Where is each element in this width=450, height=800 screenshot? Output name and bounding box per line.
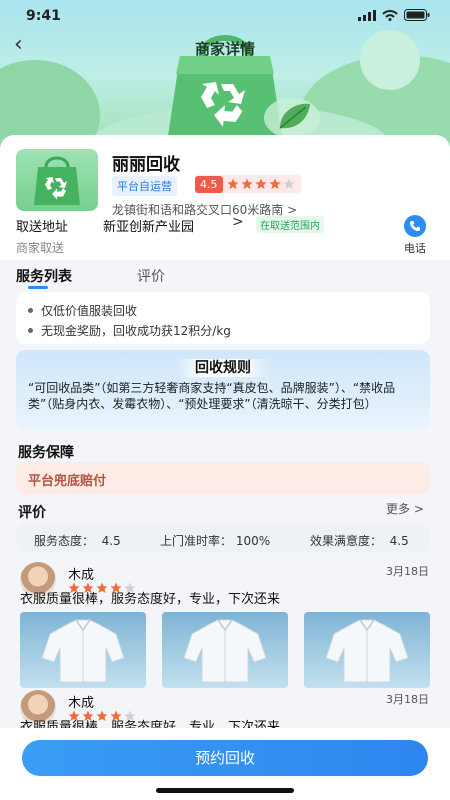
star-icon <box>241 178 252 189</box>
in-range-tag: 在取送范围内 <box>256 216 324 233</box>
signal-icon <box>358 9 376 21</box>
shop-rating: 4.5 <box>195 175 301 193</box>
shirt-image <box>325 619 409 683</box>
self-operated-badge: 平台自运营 <box>112 176 177 196</box>
status-time: 9:41 <box>26 8 61 24</box>
guarantee-text: 平台兜底赔付 <box>28 474 107 489</box>
rules-text: “可回收品类”（如第三方轻奢商家支持“真皮包、品牌服装”）、“禁收品类”（贴身内… <box>28 381 396 411</box>
tab-bar: 服务列表 评价 <box>0 260 450 290</box>
tab-reviews[interactable]: 评价 <box>137 266 165 286</box>
recycle-bag-icon <box>34 156 80 205</box>
service-item: 无现金奖励，回收成功获12积分/kg <box>28 322 231 339</box>
active-tab-indicator <box>28 286 48 289</box>
review-photo[interactable] <box>304 612 430 688</box>
wifi-icon <box>382 9 398 21</box>
star-icon <box>283 178 294 189</box>
rating-value: 4.5 <box>195 175 223 193</box>
bottom-bar: 预约回收 <box>0 728 450 800</box>
star-icon <box>255 178 266 189</box>
star-icon <box>269 178 280 189</box>
review-scores: 服务态度： 4.5 上门准时率： 100% 效果满意度： 4.5 <box>16 525 430 553</box>
phone-label: 电话 <box>404 242 426 255</box>
service-list: 仅低价值服装回收 无现金奖励，回收成功获12积分/kg <box>16 292 430 344</box>
review-item: 木成 3月18日 衣服质量很棒，服务态度好，专业，下次还来 <box>16 562 434 692</box>
review-photos <box>20 612 430 688</box>
bullet-icon <box>28 328 33 333</box>
guarantee-box: 平台兜底赔付 <box>16 462 430 494</box>
page-title: 商家详情 <box>194 40 255 58</box>
pickup-address-label: 取送地址 <box>16 220 69 235</box>
star-icon <box>227 178 238 189</box>
tab-service-list[interactable]: 服务列表 <box>16 266 72 286</box>
score-service: 服务态度： 4.5 <box>34 534 121 548</box>
phone-icon <box>404 215 426 237</box>
service-item-text: 无现金奖励，回收成功获12积分/kg <box>41 324 231 338</box>
reviewer-name: 木成 <box>68 696 95 711</box>
book-recycle-button[interactable]: 预约回收 <box>22 740 428 776</box>
reviews-title: 评价 <box>18 505 46 521</box>
battery-icon <box>404 9 430 21</box>
merchant-pickup-text: 商家取送 <box>16 241 65 255</box>
service-item-text: 仅低价值服装回收 <box>41 304 138 318</box>
home-indicator <box>156 788 294 793</box>
shirt-image <box>41 619 125 683</box>
guarantee-title: 服务保障 <box>18 445 74 461</box>
review-photo[interactable] <box>20 612 146 688</box>
rating-stars <box>227 178 295 190</box>
bullet-icon <box>28 308 33 313</box>
review-photo[interactable] <box>162 612 288 688</box>
service-item: 仅低价值服装回收 <box>28 302 137 319</box>
shop-logo <box>16 149 98 211</box>
pickup-address-value[interactable]: 新亚创新产业园 <box>103 216 194 235</box>
review-date: 3月18日 <box>386 565 429 578</box>
status-bar: 9:41 <box>0 0 450 34</box>
phone-button[interactable]: 电话 <box>398 215 432 256</box>
more-reviews-link[interactable]: 更多 > <box>386 500 424 517</box>
review-text: 衣服质量很棒，服务态度好，专业，下次还来 <box>20 592 281 607</box>
recycle-rules-card: 回收规则 “可回收品类”（如第三方轻奢商家支持“真皮包、品牌服装”）、“禁收品类… <box>16 350 430 430</box>
shirt-image <box>183 619 267 683</box>
score-satisfaction: 效果满意度： 4.5 <box>310 534 409 548</box>
reviewer-name: 木成 <box>68 568 95 583</box>
review-item: 木成 3月18日 衣服质量很棒，服务态度好，专业，下次还来 <box>16 690 434 735</box>
hero-banner: 9:41 ‹ 商家详情 <box>0 0 450 150</box>
rules-title: 回收规则 <box>177 359 269 377</box>
review-date: 3月18日 <box>386 693 429 706</box>
leaf-decoration <box>264 98 320 138</box>
chevron-right-icon[interactable]: > <box>232 214 244 230</box>
score-punctuality: 上门准时率： 100% <box>160 534 271 548</box>
shop-info-card: 丽丽回收 平台自运营 4.5 龙镇街和语和路交叉口60米路南 > 取送地址 新亚… <box>0 135 450 260</box>
shop-name: 丽丽回收 <box>112 155 180 175</box>
